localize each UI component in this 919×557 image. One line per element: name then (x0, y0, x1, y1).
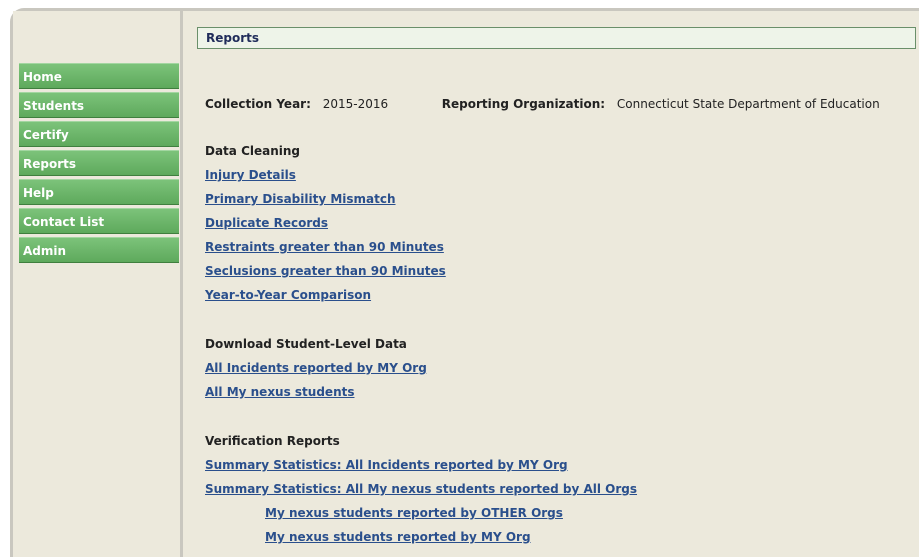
section-heading-data-cleaning: Data Cleaning (205, 144, 301, 158)
sidebar-item-students[interactable]: Students (19, 92, 179, 118)
sidebar-item-contact-list[interactable]: Contact List (19, 208, 179, 234)
verification-section: Verification Reports Summary Statistics:… (205, 429, 637, 549)
sidebar-item-help[interactable]: Help (19, 179, 179, 205)
sidebar-item-certify[interactable]: Certify (19, 121, 179, 147)
sidebar: Home Students Certify Reports Help Conta… (13, 11, 183, 557)
link-year-to-year-comparison[interactable]: Year-to-Year Comparison (205, 283, 446, 307)
link-seclusions-over-90[interactable]: Seclusions greater than 90 Minutes (205, 259, 446, 283)
app-frame: Home Students Certify Reports Help Conta… (10, 8, 919, 557)
sidebar-item-home[interactable]: Home (19, 63, 179, 89)
link-summary-all-incidents-my-org[interactable]: Summary Statistics: All Incidents report… (205, 453, 637, 477)
sidebar-item-admin[interactable]: Admin (19, 237, 179, 263)
sidebar-nav: Home Students Certify Reports Help Conta… (19, 63, 179, 266)
link-nexus-other-orgs[interactable]: My nexus students reported by OTHER Orgs (205, 501, 637, 525)
link-restraints-over-90[interactable]: Restraints greater than 90 Minutes (205, 235, 446, 259)
link-duplicate-records[interactable]: Duplicate Records (205, 211, 446, 235)
main-content: Reports Collection Year: 2015-2016 Repor… (193, 11, 919, 557)
section-heading-download: Download Student-Level Data (205, 337, 407, 351)
link-nexus-my-org[interactable]: My nexus students reported by MY Org (205, 525, 637, 549)
link-injury-details[interactable]: Injury Details (205, 163, 446, 187)
link-all-incidents-my-org[interactable]: All Incidents reported by MY Org (205, 356, 427, 380)
link-all-my-nexus-students[interactable]: All My nexus students (205, 380, 427, 404)
download-section: Download Student-Level Data All Incident… (205, 332, 427, 404)
collection-year-label: Collection Year: (205, 97, 311, 111)
data-cleaning-section: Data Cleaning Injury Details Primary Dis… (205, 139, 446, 307)
link-primary-disability-mismatch[interactable]: Primary Disability Mismatch (205, 187, 446, 211)
collection-info: Collection Year: 2015-2016 Reporting Org… (205, 97, 880, 111)
link-summary-nexus-all-orgs[interactable]: Summary Statistics: All My nexus student… (205, 477, 637, 501)
collection-year-value: 2015-2016 (322, 97, 389, 111)
reporting-org-value: Connecticut State Department of Educatio… (616, 97, 880, 111)
reporting-org-label: Reporting Organization: (441, 97, 606, 111)
section-heading-verification: Verification Reports (205, 434, 340, 448)
page-title: Reports (197, 27, 916, 49)
sidebar-item-reports[interactable]: Reports (19, 150, 179, 176)
